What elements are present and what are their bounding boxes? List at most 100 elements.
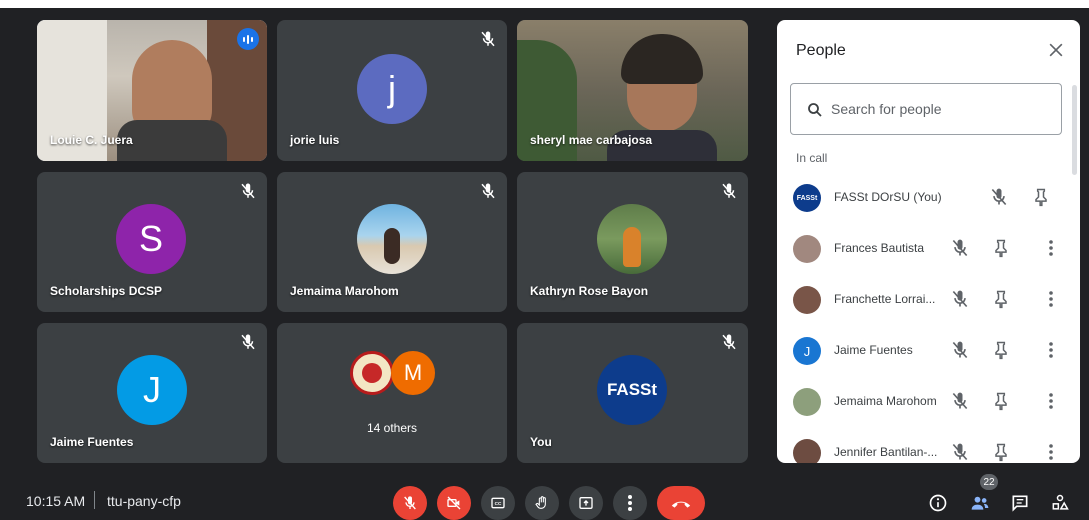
hand-icon [535,496,546,509]
self-tile[interactable]: FASSt You [517,323,748,463]
pin-icon[interactable] [991,289,1011,309]
mic-off-icon [404,496,416,510]
participant-avatar: S [116,204,186,274]
raise-hand-button[interactable] [525,486,559,520]
speaking-indicator-icon [237,28,259,50]
people-button[interactable] [968,491,992,515]
participant-tile[interactable]: S Scholarships DCSP [37,172,267,312]
participant-name: Jemaima Marohom [290,284,399,298]
participant-avatar: J [117,355,187,425]
list-item[interactable]: Jennifer Bantilan-... [777,426,1080,463]
logo-text: FASSt [606,380,658,399]
activities-icon [1052,494,1069,510]
participant-tile[interactable]: Jemaima Marohom [277,172,507,312]
leave-call-button[interactable] [657,486,705,520]
camera-off-icon [447,496,461,510]
chat-icon [1012,495,1028,512]
meeting-code: ttu-pany-cfp [107,493,181,509]
in-call-section-label: In call [796,151,828,165]
clock: 10:15 AM [26,493,86,509]
scrollbar[interactable] [1072,85,1077,175]
participant-photo [357,204,427,274]
mic-off-icon [722,334,736,350]
close-icon[interactable] [1046,40,1066,60]
seal-avatar [350,351,394,395]
avatar [793,388,821,416]
participant-name: You [530,435,552,449]
list-item[interactable]: Frances Bautista [777,222,1080,274]
participant-avatar: M [391,351,435,395]
avatar-initial: M [403,360,423,385]
chat-button[interactable] [1008,491,1032,515]
avatar-initial: J [143,369,161,410]
participant-tile[interactable]: J Jaime Fuentes [37,323,267,463]
participant-tile[interactable]: j jorie luis [277,20,507,161]
avatar-initial: j [388,68,396,109]
participant-tile[interactable]: Kathryn Rose Bayon [517,172,748,312]
search-box[interactable] [790,83,1062,135]
captions-button[interactable]: CC [481,486,515,520]
mic-off-icon[interactable] [950,289,970,309]
mic-off-icon[interactable] [950,238,970,258]
mic-off-icon[interactable] [950,442,970,462]
participant-tile[interactable]: sheryl mae carbajosa [517,20,748,161]
participant-name: Jaime Fuentes [50,435,134,449]
meeting-details-button[interactable] [926,491,950,515]
person-name: Jaime Fuentes [834,343,913,357]
mic-toggle-button[interactable] [393,486,427,520]
mic-off-icon[interactable] [950,391,970,411]
participant-name: Kathryn Rose Bayon [530,284,649,298]
list-item[interactable]: Jemaima Marohom [777,375,1080,427]
info-icon [929,494,947,512]
participant-name: sheryl mae carbajosa [530,133,653,147]
mic-off-icon [722,183,736,199]
person-name: Frances Bautista [834,241,925,255]
person-name: Jennifer Bantilan-... [834,445,938,459]
pin-icon[interactable] [1031,187,1051,207]
people-icon [971,496,989,510]
more-options-icon[interactable] [1048,290,1054,308]
divider [94,491,95,509]
more-options-icon[interactable] [1048,443,1054,461]
more-options-button[interactable] [613,486,647,520]
person-name: Jemaima Marohom [834,394,937,408]
more-vert-icon [628,495,632,511]
more-options-icon[interactable] [1048,341,1054,359]
participant-photo [597,204,667,274]
pin-icon[interactable] [991,238,1011,258]
person-name: Franchette Lorrai... [834,292,936,306]
captions-icon: CC [491,497,505,509]
top-strip [0,0,1089,8]
mic-off-icon[interactable] [950,340,970,360]
present-button[interactable] [569,486,603,520]
person-name: FASSt DOrSU (You) [834,190,942,204]
pin-icon[interactable] [991,391,1011,411]
people-panel: People In call FASSt FASSt DOrSU (You) F… [777,20,1080,463]
avatar-initial: S [138,218,163,259]
participant-count-badge: 22 [980,474,998,490]
pin-icon[interactable] [991,340,1011,360]
avatar [793,439,821,463]
more-options-icon[interactable] [1048,239,1054,257]
avatar [793,235,821,263]
participant-tile[interactable]: Louie C. Juera [37,20,267,161]
list-item[interactable]: Franchette Lorrai... [777,273,1080,325]
avatar [793,286,821,314]
others-tile[interactable]: M 14 others [277,323,507,463]
search-input[interactable] [831,98,1051,120]
control-bar: 10:15 AM ttu-pany-cfp CC 22 [0,474,1089,520]
list-item[interactable]: J Jaime Fuentes [777,324,1080,376]
panel-title: People [796,42,846,59]
participant-avatar: j [357,54,427,124]
mic-off-icon [241,334,255,350]
mic-off-icon[interactable] [989,187,1009,207]
camera-toggle-button[interactable] [437,486,471,520]
more-options-icon[interactable] [1048,392,1054,410]
activities-button[interactable] [1048,491,1072,515]
present-screen-icon [579,497,593,509]
avatar-initial: J [803,343,811,359]
avatar: FASSt [793,184,821,212]
list-item[interactable]: FASSt FASSt DOrSU (You) [777,171,1080,223]
pin-icon[interactable] [991,442,1011,462]
avatar: J [793,337,821,365]
